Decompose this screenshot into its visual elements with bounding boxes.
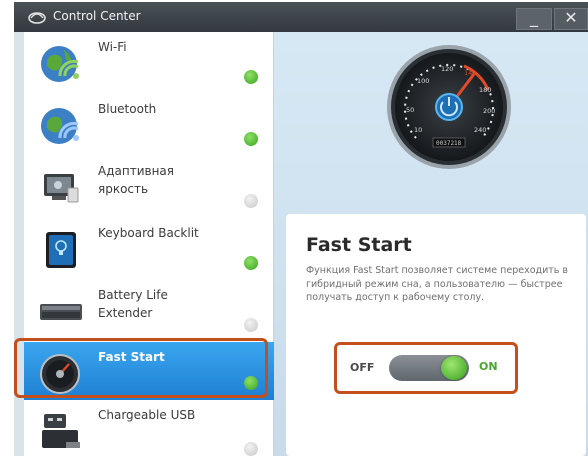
minimize-button[interactable]: _ (516, 8, 552, 30)
toggle-on-label: ON (479, 360, 498, 373)
close-button[interactable]: ✕ (554, 8, 588, 30)
sidebar-item-chargeable-usb[interactable]: Chargeable USB (24, 400, 274, 458)
selection-highlight-frame (14, 338, 268, 398)
gauge-tick: 180 (479, 86, 491, 94)
bluetooth-globe-icon (41, 108, 79, 144)
sidebar-item-battery-life-extender[interactable]: Battery Life Extender (24, 280, 274, 338)
title-bar: Control Center _ ✕ (14, 2, 588, 32)
toggle-knob[interactable] (441, 356, 467, 380)
sidebar-item-label: Keyboard Backlit (98, 226, 199, 240)
window-title: Control Center (53, 9, 141, 23)
status-indicator-off (244, 194, 258, 208)
wifi-globe-icon (41, 46, 79, 82)
sidebar-item-label: Battery Life Extender (98, 288, 168, 320)
fast-start-toggle[interactable] (389, 355, 469, 381)
keyboard-backlight-icon (46, 232, 76, 268)
battery-icon (40, 304, 82, 320)
sidebar-item-wifi[interactable]: Wi-Fi (24, 32, 274, 90)
gauge-tick: 240 (474, 126, 486, 134)
status-indicator-on (244, 256, 258, 270)
sidebar-item-adaptive-brightness[interactable]: Адаптивная яркость (24, 156, 274, 214)
speedometer-gauge-icon: 10 50 100 120 140 180 200 240 0037218 (387, 45, 511, 169)
gauge-tick: 120 (441, 65, 453, 73)
feature-detail-card: Fast Start Функция Fast Start позволяет … (286, 214, 586, 456)
gauge-tick: 50 (406, 106, 414, 114)
odometer-readout: 0037218 (436, 140, 462, 147)
sidebar-item-label: Wi-Fi (98, 40, 127, 54)
status-indicator-on (244, 132, 258, 146)
sidebar-item-label: Адаптивная яркость (98, 164, 174, 196)
gauge-tick: 100 (417, 77, 429, 85)
gauge-tick: 10 (414, 126, 422, 134)
sidebar-item-bluetooth[interactable]: Bluetooth (24, 94, 274, 152)
toggle-off-label: OFF (350, 361, 375, 374)
status-indicator-off (244, 442, 258, 456)
gauge-tick: 140 (464, 69, 476, 77)
feature-title: Fast Start (306, 234, 412, 256)
app-icon (28, 12, 46, 24)
status-indicator-on (244, 70, 258, 84)
sidebar-item-label: Bluetooth (98, 102, 157, 116)
feature-description: Функция Fast Start позволяет системе пер… (306, 265, 569, 303)
adaptive-brightness-icon (44, 174, 79, 203)
status-indicator-off (244, 318, 258, 332)
gauge-tick: 200 (483, 107, 495, 115)
sidebar-item-label: Chargeable USB (98, 408, 196, 422)
usb-icon (42, 414, 80, 448)
sidebar-item-keyboard-backlit[interactable]: Keyboard Backlit (24, 218, 274, 276)
